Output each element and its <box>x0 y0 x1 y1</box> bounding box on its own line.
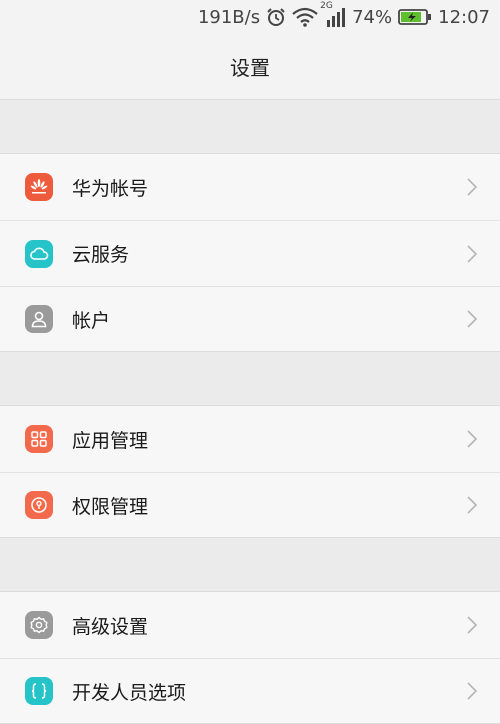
chevron-right-icon <box>466 681 478 705</box>
status-bar: 191B/s 2G 74% 12:07 <box>0 0 500 34</box>
apps-grid-icon <box>25 425 53 453</box>
settings-group-advanced: 高级设置 开发人员选项 <box>0 592 500 724</box>
lock-icon <box>25 491 53 519</box>
alarm-icon <box>266 7 286 27</box>
user-icon <box>25 305 53 333</box>
signal-icon: 2G <box>320 2 346 28</box>
battery-charging-icon <box>398 8 432 26</box>
battery-percent: 74% <box>352 6 393 28</box>
row-label: 华为帐号 <box>72 177 149 200</box>
row-app-management[interactable]: 应用管理 <box>0 406 500 472</box>
row-advanced-settings[interactable]: 高级设置 <box>0 592 500 658</box>
chevron-right-icon <box>466 615 478 639</box>
section-divider <box>0 100 500 154</box>
row-huawei-account[interactable]: 华为帐号 <box>0 154 500 220</box>
section-divider <box>0 538 500 592</box>
gear-icon <box>25 611 53 639</box>
row-label: 帐户 <box>72 309 111 332</box>
net-speed: 191B/s <box>197 6 261 28</box>
chevron-right-icon <box>466 309 478 333</box>
wifi-icon <box>292 7 318 27</box>
title-bar: 设置 <box>0 34 500 100</box>
row-label: 高级设置 <box>72 615 149 638</box>
row-cloud-service[interactable]: 云服务 <box>0 220 500 286</box>
settings-list: 华为帐号 云服务 帐户 应用管理 权限管理 高级设置 开发人员选项 <box>0 100 500 724</box>
chevron-right-icon <box>466 244 478 268</box>
section-divider <box>0 352 500 406</box>
clock: 12:07 <box>438 6 490 28</box>
page-title: 设置 <box>230 56 270 80</box>
cloud-icon <box>25 239 53 268</box>
settings-group-management: 应用管理 权限管理 <box>0 406 500 538</box>
chevron-right-icon <box>466 429 478 453</box>
network-type: 2G <box>320 1 333 11</box>
row-label: 开发人员选项 <box>72 681 187 704</box>
row-label: 应用管理 <box>72 429 149 452</box>
row-label: 云服务 <box>72 244 130 266</box>
row-label: 权限管理 <box>72 495 149 518</box>
settings-group-account: 华为帐号 云服务 帐户 <box>0 154 500 352</box>
huawei-logo-icon <box>25 173 53 201</box>
chevron-right-icon <box>466 177 478 201</box>
chevron-right-icon <box>466 495 478 519</box>
row-developer-options[interactable]: 开发人员选项 <box>0 658 500 724</box>
row-permission-management[interactable]: 权限管理 <box>0 472 500 538</box>
row-accounts[interactable]: 帐户 <box>0 286 500 352</box>
braces-icon <box>25 677 53 705</box>
